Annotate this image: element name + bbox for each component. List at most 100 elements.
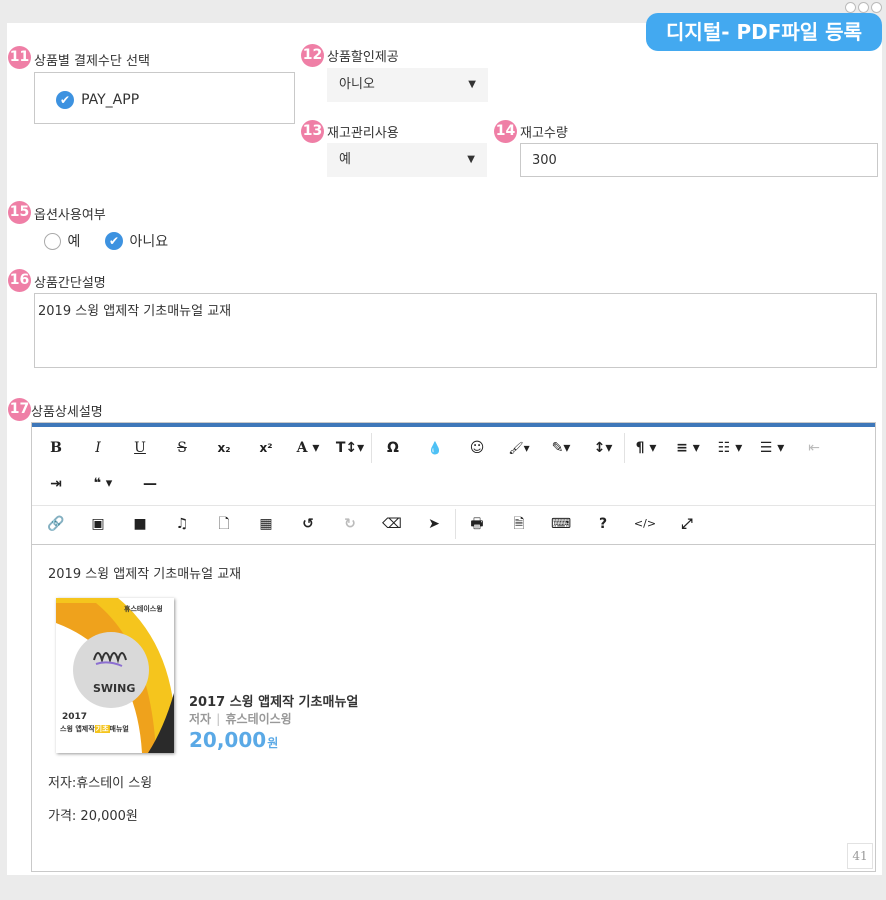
toolbar-row-2: ⇥ ❝ ▾ — — [35, 469, 878, 499]
indent-button[interactable]: ⇥ — [35, 469, 77, 499]
print-button[interactable]: 🖶 — [456, 509, 498, 539]
italic-button[interactable]: I — [77, 433, 119, 463]
superscript-button[interactable]: x² — [245, 433, 287, 463]
font-size-button[interactable]: T↕▾ — [329, 433, 371, 463]
table-button[interactable]: ▦ — [245, 509, 287, 539]
option-no-label: 아니요 — [129, 234, 169, 250]
step-number-12: 12 — [301, 44, 324, 67]
video-button[interactable]: ■ — [119, 509, 161, 539]
option-use-label: 옵션사용여부 — [34, 208, 106, 223]
source-code-button[interactable]: </> — [624, 509, 666, 539]
special-char-button[interactable]: Ω — [372, 433, 414, 463]
book-year: 2017 — [62, 712, 88, 722]
window-controls — [845, 2, 882, 13]
radio-checked-icon[interactable]: ✔ — [105, 232, 123, 250]
discount-value: 아니오 — [339, 77, 375, 92]
step-number-15: 15 — [8, 201, 31, 224]
author-separator: | — [216, 712, 221, 726]
eraser-button[interactable]: ⌫ — [371, 509, 413, 539]
editor-author-line: 저자:휴스테이 스윙 — [48, 776, 153, 791]
discount-select[interactable]: 아니오 ▼ — [327, 68, 488, 102]
option-yes-label: 예 — [67, 234, 81, 250]
paragraph-button[interactable]: ¶ ▾ — [625, 433, 667, 463]
step-number-17: 17 — [8, 398, 31, 421]
book-title: 스윙 앱제작기초매뉴얼 — [60, 724, 129, 734]
audio-button[interactable]: ♫ — [161, 509, 203, 539]
stock-label: 재고수량 — [520, 126, 568, 141]
radio-unchecked-icon[interactable] — [44, 232, 61, 250]
select-button[interactable]: ➤ — [413, 509, 455, 539]
strikethrough-button[interactable]: S — [161, 433, 203, 463]
stock-quantity-input[interactable]: 300 — [520, 143, 878, 177]
outdent-button[interactable]: ⇤ — [793, 433, 835, 463]
author-name: 휴스테이스윙 — [225, 712, 292, 726]
word-counter: 41 — [847, 843, 873, 869]
page-title-badge: 디지털- PDF파일 등록 — [646, 13, 882, 51]
price-value: 20,000 — [189, 728, 267, 752]
emoji-button[interactable]: ☺ — [456, 433, 498, 463]
inventory-select[interactable]: 예 ▼ — [327, 143, 487, 177]
file-button[interactable]: 🗋 — [203, 509, 245, 539]
product-price: 20,000원 — [189, 728, 278, 752]
option-yes-radio[interactable]: 예 — [44, 231, 80, 251]
window-dot — [858, 2, 869, 13]
step-number-14: 14 — [494, 120, 517, 143]
option-no-radio[interactable]: ✔ 아니요 — [105, 231, 168, 251]
rich-text-editor: B I U S x₂ x² A ▾ T↕▾ Ω 💧 ☺ 🖌▾ ✎▾ ↕▾ ¶ ▾… — [31, 422, 876, 872]
subscript-button[interactable]: x₂ — [203, 433, 245, 463]
dropdown-arrow-icon: ▼ — [467, 154, 475, 165]
fullscreen-button[interactable]: ⤢ — [666, 509, 708, 539]
blockquote-button[interactable]: ❝ ▾ — [77, 469, 129, 499]
short-desc-label: 상품간단설명 — [34, 276, 106, 291]
inventory-value: 예 — [339, 152, 351, 167]
editor-content-divider — [32, 544, 875, 545]
payment-label: 상품별 결제수단 선택 — [34, 54, 150, 69]
dropdown-arrow-icon: ▼ — [468, 79, 476, 90]
pay-app-label: PAY_APP — [81, 91, 140, 108]
horizontal-rule-button[interactable]: — — [129, 469, 171, 499]
book-brand: 휴스테이스윙 — [124, 605, 163, 613]
editor-top-bar — [32, 423, 875, 427]
highlight-button[interactable]: 💧 — [414, 433, 456, 463]
magic-button[interactable]: ✎▾ — [540, 433, 582, 463]
redo-button[interactable]: ↻ — [329, 509, 371, 539]
help-button[interactable]: ? — [582, 509, 624, 539]
bold-button[interactable]: B — [35, 433, 77, 463]
inventory-label: 재고관리사용 — [327, 126, 399, 141]
detail-label: 상품상세설명 — [31, 405, 103, 420]
payment-method-box: ✔ PAY_APP — [34, 72, 295, 124]
step-number-13: 13 — [301, 120, 324, 143]
author-label: 저자 — [189, 712, 212, 726]
line-height-button[interactable]: ↕▾ — [582, 433, 624, 463]
pay-app-option[interactable]: ✔ PAY_APP — [56, 89, 139, 109]
ordered-list-button[interactable]: ☷ ▾ — [709, 433, 751, 463]
book-title-b: 매뉴얼 — [109, 725, 129, 733]
bullet-list-button[interactable]: ☰ ▾ — [751, 433, 793, 463]
step-number-16: 16 — [8, 269, 31, 292]
book-title-a: 스윙 앱제작 — [60, 725, 95, 733]
short-desc-textarea[interactable]: 2019 스윙 앱제작 기초매뉴얼 교재 — [34, 293, 877, 368]
undo-button[interactable]: ↺ — [287, 509, 329, 539]
checkmark-icon[interactable]: ✔ — [56, 90, 74, 109]
paint-button[interactable]: 🖌▾ — [498, 433, 540, 463]
editor-content-line1: 2019 스윙 앱제작 기초매뉴얼 교재 — [48, 567, 242, 582]
window-dot — [845, 2, 856, 13]
step-number-11: 11 — [8, 46, 31, 69]
product-title: 2017 스윙 앱제작 기초매뉴얼 — [189, 695, 359, 710]
window-dot — [871, 2, 882, 13]
price-unit: 원 — [267, 736, 279, 750]
image-button[interactable]: ▣ — [77, 509, 119, 539]
book-logo-text: SWING — [93, 682, 136, 695]
toolbar-divider — [32, 505, 875, 506]
pdf-button[interactable]: 🗎 — [498, 509, 540, 539]
toolbar-row-3: 🔗 ▣ ■ ♫ 🗋 ▦ ↺ ↻ ⌫ ➤ 🖶 🗎 ⌨ ? </> ⤢ — [35, 509, 878, 539]
product-author: 저자 | 휴스테이스윙 — [189, 710, 292, 727]
book-title-highlight: 기초 — [94, 725, 110, 733]
align-button[interactable]: ≡ ▾ — [667, 433, 709, 463]
editor-price-line: 가격: 20,000원 — [48, 809, 138, 824]
link-button[interactable]: 🔗 — [35, 509, 77, 539]
keyboard-button[interactable]: ⌨ — [540, 509, 582, 539]
underline-button[interactable]: U — [119, 433, 161, 463]
font-color-button[interactable]: A ▾ — [287, 433, 329, 463]
toolbar-row-1: B I U S x₂ x² A ▾ T↕▾ Ω 💧 ☺ 🖌▾ ✎▾ ↕▾ ¶ ▾… — [35, 433, 878, 463]
